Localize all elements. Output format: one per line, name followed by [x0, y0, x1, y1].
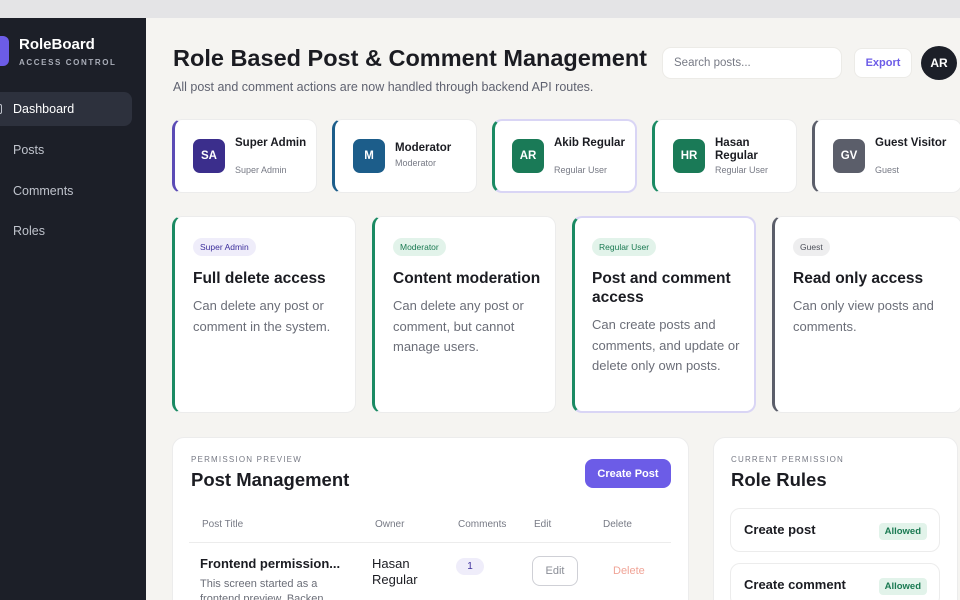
user-card-guest-visitor[interactable]: GV Guest Visitor Guest	[812, 119, 960, 193]
create-post-button[interactable]: Create Post	[585, 459, 671, 488]
user-card-akib-regular[interactable]: AR Akib Regular Regular User	[492, 119, 637, 193]
avatar[interactable]: AR	[921, 46, 957, 80]
sidebar-item-comments[interactable]: Comments	[0, 174, 132, 208]
user-role: Regular User	[554, 165, 608, 175]
role-badge: Regular User	[592, 238, 657, 256]
brand-name: RoleBoard	[19, 36, 95, 53]
post-excerpt: This screen started as a frontend previe…	[200, 578, 333, 600]
permission-title: Content moderation	[393, 270, 541, 287]
user-avatar: M	[353, 139, 385, 173]
post-management-panel: PERMISSION PREVIEW Post Management Creat…	[172, 437, 689, 600]
permission-card-regular-user: Regular User Post and comment access Can…	[572, 216, 756, 413]
permission-card-moderator: Moderator Content moderation Can delete …	[372, 216, 556, 413]
user-card-super-admin[interactable]: SA Super Admin Super Admin	[172, 119, 317, 193]
comment-count-badge: 1	[456, 558, 484, 575]
browser-top-strip	[0, 0, 960, 18]
page-title: Role Based Post & Comment Management	[173, 45, 648, 71]
panel-eyebrow: CURRENT PERMISSION	[731, 455, 845, 464]
table-divider	[189, 542, 671, 543]
user-name: Super Admin	[235, 137, 307, 149]
logo-icon	[0, 36, 9, 66]
user-name: Guest Visitor	[875, 137, 947, 149]
sidebar-item-label: Roles	[13, 224, 45, 238]
sidebar-item-label: Comments	[13, 184, 74, 198]
rule-name: Create comment	[744, 577, 846, 592]
permission-title: Read only access	[793, 270, 924, 287]
user-role: Guest	[875, 165, 900, 175]
sidebar-item-label: Posts	[13, 143, 45, 157]
column-header-owner: Owner	[375, 519, 405, 530]
user-avatar: GV	[833, 139, 865, 173]
panel-title: Role Rules	[731, 469, 827, 490]
user-avatar: AR	[512, 139, 544, 173]
column-header-edit: Edit	[534, 519, 552, 530]
rule-item-create-post: Create post Allowed	[730, 508, 940, 552]
user-role: Super Admin	[235, 165, 287, 175]
rule-name: Create post	[744, 522, 816, 537]
user-role: Moderator	[395, 158, 437, 168]
user-avatar: HR	[673, 139, 705, 173]
rule-item-create-comment: Create comment Allowed	[730, 563, 940, 600]
user-name: Hasan Regular	[715, 137, 758, 162]
permission-card-guest: Guest Read only access Can only view pos…	[772, 216, 960, 413]
permission-description: Can delete any post or comment in the sy…	[193, 298, 331, 334]
user-name: Moderator	[395, 142, 452, 154]
user-name: Akib Regular	[554, 137, 625, 149]
role-badge: Guest	[793, 238, 830, 256]
dashboard-icon	[0, 104, 2, 114]
permission-description: Can create posts and comments, and updat…	[592, 317, 740, 373]
user-avatar: SA	[193, 139, 225, 173]
page-subtitle: All post and comment actions are now han…	[173, 80, 594, 94]
panel-eyebrow: PERMISSION PREVIEW	[191, 455, 302, 464]
user-role: Regular User	[715, 165, 769, 175]
post-owner: Hasan Regular	[372, 556, 418, 587]
sidebar-item-label: Dashboard	[13, 102, 75, 116]
permission-title: Full delete access	[193, 270, 326, 287]
permission-description: Can delete any post or comment, but cann…	[393, 298, 524, 354]
post-title[interactable]: Frontend permission...	[200, 556, 340, 571]
status-badge: Allowed	[878, 578, 927, 595]
sidebar: RoleBoard ACCESS CONTROL Dashboard Posts…	[0, 18, 146, 600]
edit-button[interactable]: Edit	[532, 556, 578, 586]
sidebar-item-roles[interactable]: Roles	[0, 214, 132, 248]
permission-card-super-admin: Super Admin Full delete access Can delet…	[172, 216, 356, 413]
status-badge: Allowed	[878, 523, 927, 540]
column-header-comments: Comments	[458, 519, 507, 530]
column-header-delete: Delete	[603, 519, 632, 530]
sidebar-item-posts[interactable]: Posts	[0, 133, 132, 167]
sidebar-item-dashboard[interactable]: Dashboard	[0, 92, 132, 126]
role-badge: Super Admin	[193, 238, 256, 256]
permission-title: Post and comment access	[592, 270, 731, 306]
role-badge: Moderator	[393, 238, 446, 256]
permission-description: Can only view posts and comments.	[793, 298, 934, 334]
export-button[interactable]: Export	[854, 48, 912, 78]
role-rules-panel: CURRENT PERMISSION Role Rules Create pos…	[713, 437, 958, 600]
user-card-moderator[interactable]: M Moderator Moderator	[332, 119, 477, 193]
brand-subtitle: ACCESS CONTROL	[19, 58, 117, 67]
search-input[interactable]	[662, 47, 842, 79]
panel-title: Post Management	[191, 469, 350, 490]
column-header-post-title: Post Title	[202, 519, 244, 530]
user-card-hasan-regular[interactable]: HR Hasan Regular Regular User	[652, 119, 797, 193]
delete-button[interactable]: Delete	[613, 565, 645, 577]
